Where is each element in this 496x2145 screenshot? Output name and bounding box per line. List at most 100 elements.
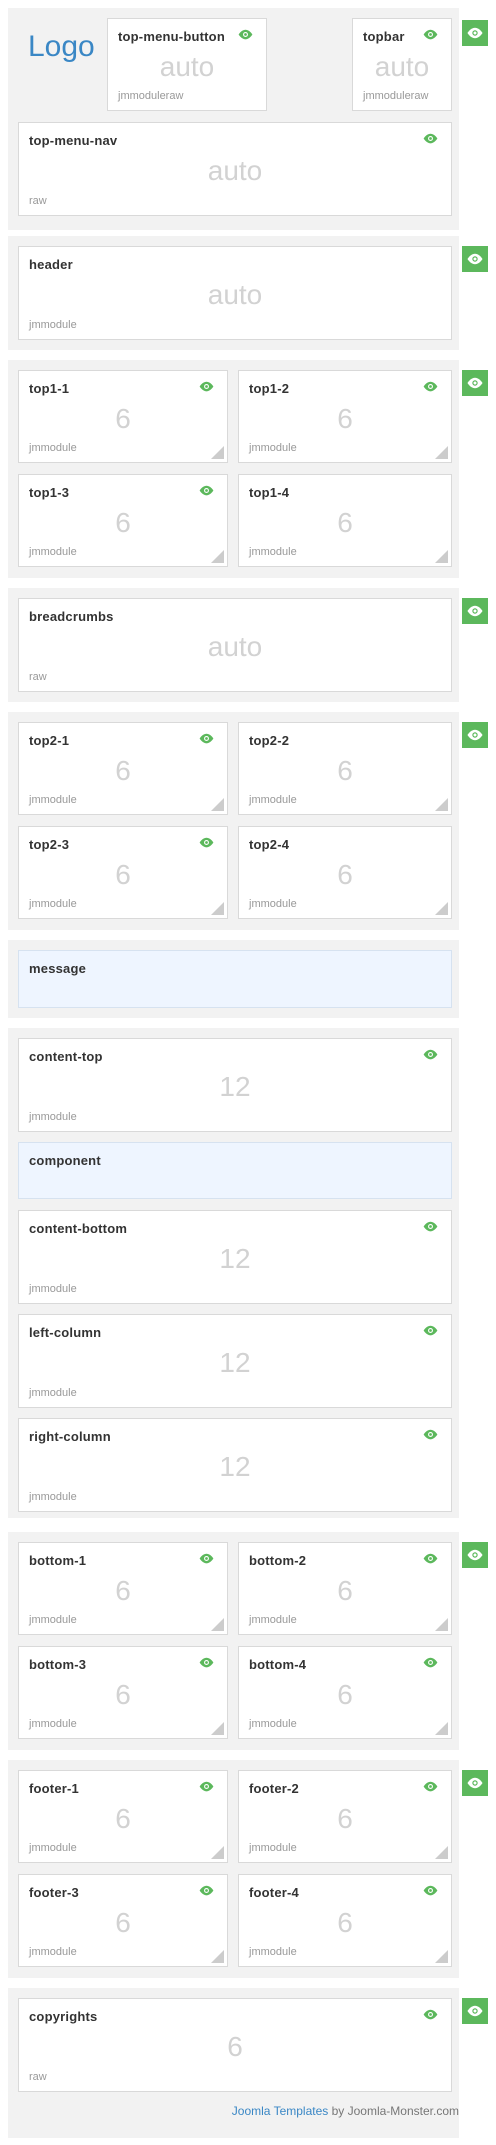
resize-handle-icon[interactable] xyxy=(435,1846,448,1859)
block-title: top2-1 xyxy=(29,733,70,748)
block-top2-2[interactable]: top2-2 6 jmmodule xyxy=(238,722,452,815)
block-type: raw xyxy=(29,671,47,683)
block-size: 6 xyxy=(115,507,131,538)
eye-icon[interactable] xyxy=(198,485,215,496)
block-type: jmmodule xyxy=(249,1614,297,1626)
section-visibility-eye-icon[interactable] xyxy=(462,1770,488,1796)
eye-icon[interactable] xyxy=(422,1049,439,1060)
eye-icon[interactable] xyxy=(422,1885,439,1896)
block-title: footer-1 xyxy=(29,1781,79,1796)
section-visibility-eye-icon[interactable] xyxy=(462,722,488,748)
resize-handle-icon[interactable] xyxy=(435,902,448,915)
block-top2-1[interactable]: top2-1 6 jmmodule xyxy=(18,722,228,815)
eye-icon[interactable] xyxy=(422,1429,439,1440)
eye-icon[interactable] xyxy=(422,1657,439,1668)
block-type: jmmoduleraw xyxy=(363,90,429,102)
section-visibility-eye-icon[interactable] xyxy=(462,1542,488,1568)
resize-handle-icon[interactable] xyxy=(211,1722,224,1735)
block-bottom-2[interactable]: bottom-2 6 jmmodule xyxy=(238,1542,452,1635)
eye-icon[interactable] xyxy=(198,837,215,848)
block-type: jmmodule xyxy=(249,1842,297,1854)
eye-icon[interactable] xyxy=(422,133,439,144)
block-bottom-4[interactable]: bottom-4 6 jmmodule xyxy=(238,1646,452,1739)
block-type: jmmoduleraw xyxy=(118,90,184,102)
resize-handle-icon[interactable] xyxy=(211,1950,224,1963)
section-visibility-eye-icon[interactable] xyxy=(462,598,488,624)
block-header[interactable]: header auto jmmodule xyxy=(18,246,452,340)
block-footer-2[interactable]: footer-2 6 jmmodule xyxy=(238,1770,452,1863)
eye-icon[interactable] xyxy=(422,1325,439,1336)
block-topbar[interactable]: topbar auto jmmoduleraw xyxy=(352,18,452,111)
block-right-column[interactable]: right-column 12 jmmodule xyxy=(18,1418,452,1512)
resize-handle-icon[interactable] xyxy=(211,550,224,563)
eye-icon[interactable] xyxy=(422,1553,439,1564)
block-type: jmmodule xyxy=(29,898,77,910)
resize-handle-icon[interactable] xyxy=(435,446,448,459)
block-title: top1-1 xyxy=(29,381,70,396)
block-left-column[interactable]: left-column 12 jmmodule xyxy=(18,1314,452,1408)
section-visibility-eye-icon[interactable] xyxy=(462,370,488,396)
block-title: top-menu-nav xyxy=(29,133,118,148)
block-component[interactable]: component xyxy=(18,1142,452,1199)
block-title: right-column xyxy=(29,1429,111,1444)
section-visibility-eye-icon[interactable] xyxy=(462,1998,488,2024)
eye-icon[interactable] xyxy=(422,1781,439,1792)
block-type: jmmodule xyxy=(249,1946,297,1958)
block-top2-4[interactable]: top2-4 6 jmmodule xyxy=(238,826,452,919)
eye-icon[interactable] xyxy=(198,733,215,744)
resize-handle-icon[interactable] xyxy=(211,798,224,811)
block-type: jmmodule xyxy=(249,898,297,910)
block-title: top1-4 xyxy=(249,485,290,500)
resize-handle-icon[interactable] xyxy=(435,550,448,563)
block-type: jmmodule xyxy=(29,1283,77,1295)
block-bottom-1[interactable]: bottom-1 6 jmmodule xyxy=(18,1542,228,1635)
block-footer-3[interactable]: footer-3 6 jmmodule xyxy=(18,1874,228,1967)
block-size: 6 xyxy=(115,403,131,434)
block-type: jmmodule xyxy=(29,1946,77,1958)
block-type: raw xyxy=(29,2071,47,2083)
resize-handle-icon[interactable] xyxy=(211,1618,224,1631)
block-top1-1[interactable]: top1-1 6 jmmodule xyxy=(18,370,228,463)
eye-icon[interactable] xyxy=(198,1781,215,1792)
block-top-menu-nav[interactable]: top-menu-nav auto raw xyxy=(18,122,452,216)
block-title: top2-3 xyxy=(29,837,70,852)
eye-icon[interactable] xyxy=(198,1553,215,1564)
block-content-bottom[interactable]: content-bottom 12 jmmodule xyxy=(18,1210,452,1304)
block-top-menu-button[interactable]: top-menu-button auto jmmoduleraw xyxy=(107,18,267,111)
eye-icon[interactable] xyxy=(422,1221,439,1232)
section-visibility-eye-icon[interactable] xyxy=(462,20,488,46)
block-top1-3[interactable]: top1-3 6 jmmodule xyxy=(18,474,228,567)
eye-icon[interactable] xyxy=(422,2009,439,2020)
section-visibility-eye-icon[interactable] xyxy=(462,246,488,272)
eye-icon[interactable] xyxy=(237,29,254,40)
resize-handle-icon[interactable] xyxy=(435,1722,448,1735)
eye-icon[interactable] xyxy=(198,381,215,392)
resize-handle-icon[interactable] xyxy=(435,798,448,811)
block-size: auto xyxy=(207,279,263,310)
block-size: 6 xyxy=(337,507,353,538)
block-content-top[interactable]: content-top 12 jmmodule xyxy=(18,1038,452,1132)
block-bottom-3[interactable]: bottom-3 6 jmmodule xyxy=(18,1646,228,1739)
block-footer-4[interactable]: footer-4 6 jmmodule xyxy=(238,1874,452,1967)
block-top2-3[interactable]: top2-3 6 jmmodule xyxy=(18,826,228,919)
resize-handle-icon[interactable] xyxy=(435,1950,448,1963)
block-top1-4[interactable]: top1-4 6 jmmodule xyxy=(238,474,452,567)
resize-handle-icon[interactable] xyxy=(211,446,224,459)
eye-icon[interactable] xyxy=(422,29,439,40)
resize-handle-icon[interactable] xyxy=(435,1618,448,1631)
block-message[interactable]: message xyxy=(18,950,452,1008)
block-copyrights[interactable]: copyrights 6 raw xyxy=(18,1998,452,2092)
eye-icon[interactable] xyxy=(198,1657,215,1668)
resize-handle-icon[interactable] xyxy=(211,1846,224,1859)
joomla-templates-link[interactable]: Joomla Templates xyxy=(232,2104,329,2118)
block-breadcrumbs[interactable]: breadcrumbs auto raw xyxy=(18,598,452,692)
block-size: 6 xyxy=(337,1575,353,1606)
block-title: message xyxy=(29,961,87,976)
block-top1-2[interactable]: top1-2 6 jmmodule xyxy=(238,370,452,463)
eye-icon[interactable] xyxy=(198,1885,215,1896)
resize-handle-icon[interactable] xyxy=(211,902,224,915)
logo[interactable]: Logo xyxy=(28,30,95,64)
eye-icon[interactable] xyxy=(422,381,439,392)
block-title: left-column xyxy=(29,1325,102,1340)
block-footer-1[interactable]: footer-1 6 jmmodule xyxy=(18,1770,228,1863)
